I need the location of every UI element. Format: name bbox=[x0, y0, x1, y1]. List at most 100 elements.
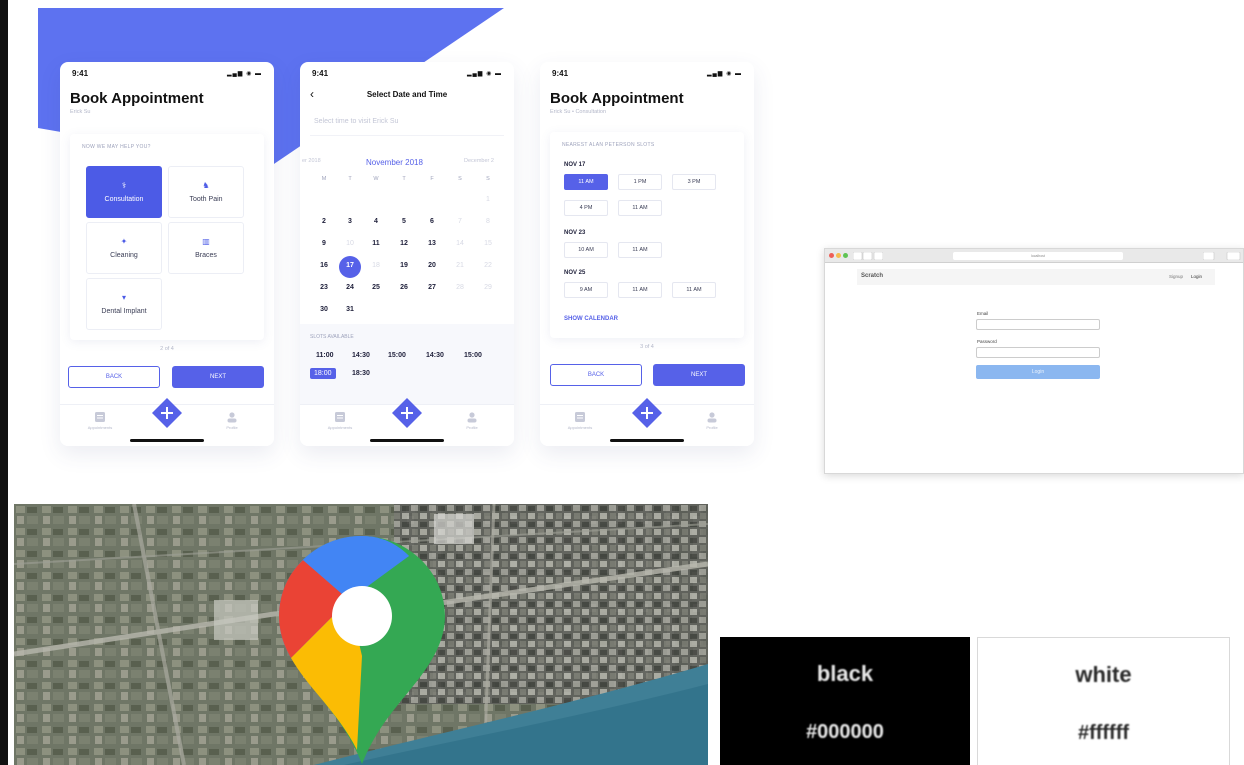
maximize-window-icon[interactable] bbox=[843, 253, 848, 258]
back-button[interactable]: BACK bbox=[550, 364, 642, 386]
service-braces[interactable]: ▥ Braces bbox=[168, 222, 244, 274]
calendar-day-selected[interactable]: 17 bbox=[340, 262, 360, 269]
calendar-day[interactable]: 10 bbox=[340, 240, 360, 247]
calendar-day[interactable]: 14 bbox=[450, 240, 470, 247]
home-indicator bbox=[610, 439, 684, 442]
add-appointment-icon[interactable] bbox=[631, 397, 663, 429]
calendar-day[interactable]: 1 bbox=[478, 196, 498, 203]
calendar-day[interactable]: 15 bbox=[478, 240, 498, 247]
card-heading: NEAREST ALAN PETERSON SLOTS bbox=[562, 142, 655, 148]
service-consultation[interactable]: ⚕ Consultation bbox=[86, 166, 162, 218]
status-time: 9:41 bbox=[312, 68, 329, 78]
slot-time[interactable]: 11:00 bbox=[316, 352, 334, 359]
calendar-day[interactable]: 2 bbox=[314, 218, 334, 225]
calendar-day[interactable]: 30 bbox=[314, 306, 334, 313]
minimize-window-icon[interactable] bbox=[836, 253, 841, 258]
slot-chip-selected[interactable]: 11 AM bbox=[564, 174, 608, 190]
slot-chip[interactable]: 3 PM bbox=[672, 174, 716, 190]
slot-time[interactable]: 15:00 bbox=[464, 352, 482, 359]
calendar-day[interactable]: 13 bbox=[422, 240, 442, 247]
calendar-day[interactable]: 9 bbox=[314, 240, 334, 247]
implant-icon: ▾ bbox=[121, 293, 126, 302]
status-bar: 9:41 ▂▄▆ ◉ ▬ bbox=[540, 62, 754, 84]
signal-wifi-battery-icon: ▂▄▆ ◉ ▬ bbox=[226, 70, 262, 77]
calendar-day[interactable]: 3 bbox=[340, 218, 360, 225]
visit-time-input[interactable]: Select time to visit Erick Su bbox=[310, 110, 504, 136]
calendar-day[interactable]: 24 bbox=[340, 284, 360, 291]
slot-chip[interactable]: 4 PM bbox=[564, 200, 608, 216]
calendar-day[interactable]: 21 bbox=[450, 262, 470, 269]
calendar-day[interactable]: 19 bbox=[394, 262, 414, 269]
appointments-icon[interactable] bbox=[94, 411, 106, 423]
calendar-day[interactable]: 7 bbox=[450, 218, 470, 225]
back-arrow-icon[interactable]: ‹ bbox=[310, 87, 330, 101]
slot-chip[interactable]: 11 AM bbox=[618, 282, 662, 298]
services-card: NOW WE MAY HELP YOU? ⚕ Consultation ♞ To… bbox=[70, 134, 264, 340]
slot-chip[interactable]: 11 AM bbox=[672, 282, 716, 298]
slot-chip[interactable]: 10 AM bbox=[564, 242, 608, 258]
phone-book-appointment-slots: 9:41 ▂▄▆ ◉ ▬ Book Appointment Erick Su •… bbox=[540, 62, 754, 446]
consultation-icon: ⚕ bbox=[121, 181, 127, 190]
login-button[interactable]: Login bbox=[976, 365, 1100, 379]
calendar-day[interactable]: 26 bbox=[394, 284, 414, 291]
month-prev[interactable]: er 2018 bbox=[302, 158, 321, 164]
weekday-label: F bbox=[430, 176, 434, 182]
site-brand[interactable]: Scratch bbox=[861, 273, 883, 279]
slot-time[interactable]: 18:30 bbox=[352, 370, 370, 377]
calendar-day[interactable]: 23 bbox=[314, 284, 334, 291]
back-button[interactable]: BACK bbox=[68, 366, 160, 388]
slot-time-selected[interactable]: 18:00 bbox=[310, 368, 336, 379]
password-field[interactable] bbox=[976, 347, 1100, 358]
slot-chip[interactable]: 11 AM bbox=[618, 242, 662, 258]
calendar-day[interactable]: 20 bbox=[422, 262, 442, 269]
browser-nav-buttons-icon[interactable] bbox=[853, 252, 883, 260]
calendar-day[interactable]: 25 bbox=[366, 284, 386, 291]
slot-time[interactable]: 15:00 bbox=[388, 352, 406, 359]
email-field[interactable] bbox=[976, 319, 1100, 330]
show-calendar-link[interactable]: SHOW CALENDAR bbox=[564, 316, 618, 322]
calendar-day[interactable]: 11 bbox=[366, 240, 386, 247]
close-window-icon[interactable] bbox=[829, 253, 834, 258]
calendar-day[interactable]: 5 bbox=[394, 218, 414, 225]
left-edge-bar bbox=[0, 0, 8, 765]
next-button[interactable]: NEXT bbox=[653, 364, 745, 386]
add-appointment-icon[interactable] bbox=[391, 397, 423, 429]
slot-chip[interactable]: 1 PM bbox=[618, 174, 662, 190]
slots-heading: SLOTS AVAILABLE bbox=[310, 334, 354, 340]
calendar-day[interactable]: 22 bbox=[478, 262, 498, 269]
slot-chip[interactable]: 9 AM bbox=[564, 282, 608, 298]
login-link[interactable]: Login bbox=[1191, 274, 1202, 279]
tab-bar: Appointments Profile bbox=[300, 398, 514, 446]
month-next[interactable]: December 2 bbox=[464, 158, 494, 164]
signup-link[interactable]: Signup bbox=[1169, 274, 1183, 279]
calendar-day[interactable]: 4 bbox=[366, 218, 386, 225]
browser-toolbar-icons[interactable] bbox=[1203, 252, 1241, 260]
calendar-day[interactable]: 29 bbox=[478, 284, 498, 291]
calendar-day[interactable]: 18 bbox=[366, 262, 386, 269]
slot-time[interactable]: 14:30 bbox=[426, 352, 444, 359]
appointments-icon[interactable] bbox=[334, 411, 346, 423]
swatch-name: black bbox=[816, 661, 874, 686]
slot-chip[interactable]: 11 AM bbox=[618, 200, 662, 216]
next-button[interactable]: NEXT bbox=[172, 366, 264, 388]
tab-appointments-label: Appointments bbox=[87, 425, 113, 430]
calendar-day[interactable]: 28 bbox=[450, 284, 470, 291]
calendar-day[interactable]: 27 bbox=[422, 284, 442, 291]
calendar-day[interactable]: 16 bbox=[314, 262, 334, 269]
slot-time[interactable]: 14:30 bbox=[352, 352, 370, 359]
profile-icon[interactable] bbox=[706, 411, 718, 423]
address-bar[interactable]: localhost bbox=[953, 252, 1123, 260]
calendar-day[interactable]: 6 bbox=[422, 218, 442, 225]
service-tooth-pain[interactable]: ♞ Tooth Pain bbox=[168, 166, 244, 218]
profile-icon[interactable] bbox=[226, 411, 238, 423]
service-cleaning[interactable]: ✦ Cleaning bbox=[86, 222, 162, 274]
add-appointment-icon[interactable] bbox=[151, 397, 183, 429]
step-pager: 2 of 4 bbox=[160, 346, 174, 352]
service-dental-implant[interactable]: ▾ Dental Implant bbox=[86, 278, 162, 330]
slot-date: NOV 23 bbox=[564, 230, 586, 236]
calendar-day[interactable]: 12 bbox=[394, 240, 414, 247]
calendar-day[interactable]: 8 bbox=[478, 218, 498, 225]
appointments-icon[interactable] bbox=[574, 411, 586, 423]
profile-icon[interactable] bbox=[466, 411, 478, 423]
calendar-day[interactable]: 31 bbox=[340, 306, 360, 313]
